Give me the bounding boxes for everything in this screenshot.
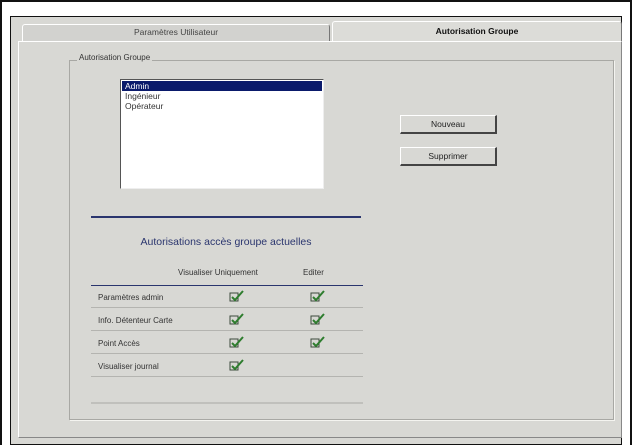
edit-check-icon[interactable] [310, 312, 326, 326]
new-group-button[interactable]: Nouveau [400, 115, 497, 134]
group-box-title: Autorisation Groupe [77, 53, 153, 62]
view-check-icon[interactable] [229, 358, 245, 372]
permission-label: Visualiser journal [98, 362, 159, 371]
view-check-icon[interactable] [229, 335, 245, 349]
permission-label: Info. Détenteur Carte [98, 316, 173, 325]
bottom-divider [91, 402, 363, 404]
permission-label: Paramètres admin [98, 293, 164, 302]
groups-listbox[interactable]: Admin Ingénieur Opérateur [120, 79, 324, 189]
permission-row: Visualiser journal [91, 355, 363, 377]
tab-user-settings[interactable]: Paramètres Utilisateur [22, 24, 330, 41]
edit-check-icon[interactable] [310, 289, 326, 303]
group-item-admin[interactable]: Admin [122, 81, 322, 91]
group-item-engineer[interactable]: Ingénieur [122, 91, 322, 101]
permission-label: Point Accès [98, 339, 140, 348]
edit-check-icon[interactable] [310, 358, 326, 372]
tab-group-authorization[interactable]: Autorisation Groupe [332, 21, 622, 41]
permission-row: Info. Détenteur Carte [91, 309, 363, 331]
permission-row: Paramètres admin [91, 286, 363, 308]
view-check-icon[interactable] [229, 289, 245, 303]
permission-row: Point Accès [91, 332, 363, 354]
permissions-title: Autorisations accès groupe actuelles [140, 236, 312, 248]
view-check-icon[interactable] [229, 312, 245, 326]
edit-check-icon[interactable] [310, 335, 326, 349]
group-item-operator[interactable]: Opérateur [122, 101, 322, 111]
section-divider [91, 216, 361, 218]
column-header-view-only: Visualiser Uniquement [178, 268, 258, 277]
delete-group-button[interactable]: Supprimer [400, 147, 497, 166]
column-header-edit: Editer [303, 268, 324, 277]
